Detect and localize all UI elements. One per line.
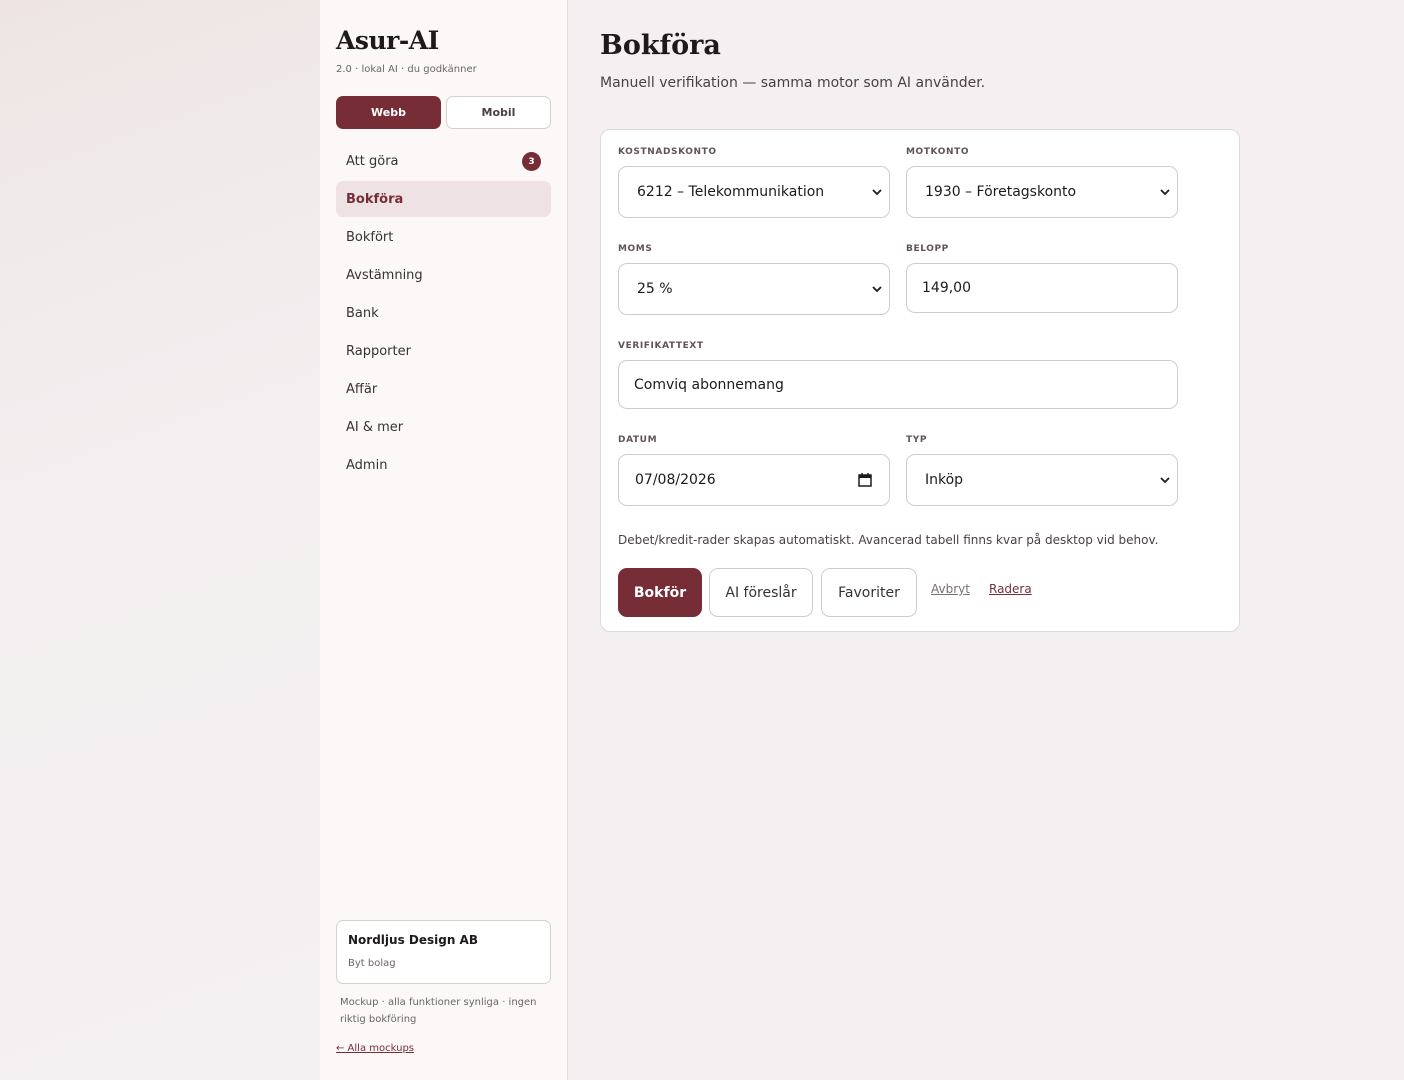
vat-value: 25 % xyxy=(637,281,673,297)
sidebar-item-label: Bokfört xyxy=(346,229,394,245)
counter-account-select[interactable]: 1930 – Företagskonto xyxy=(906,166,1178,218)
type-select[interactable]: Inköp xyxy=(906,454,1178,506)
page-title: Bokföra xyxy=(600,30,721,61)
cost-account-label: KOSTNADSKONTO xyxy=(618,147,717,157)
sidebar-item-label: Rapporter xyxy=(346,343,411,359)
ai-suggest-button[interactable]: AI föreslår xyxy=(709,568,813,617)
delete-link[interactable]: Radera xyxy=(989,582,1032,596)
voucher-form-card: KOSTNADSKONTO 6212 – Telekommunikation M… xyxy=(600,129,1240,632)
submit-button[interactable]: Bokför xyxy=(618,568,702,617)
page-subtitle: Manuell verifikation — samma motor som A… xyxy=(600,75,986,91)
sidebar-item-label: Bokföra xyxy=(346,191,404,207)
chevron-down-icon xyxy=(1160,189,1170,196)
sidebar-item-label: Att göra xyxy=(346,153,399,169)
vat-select[interactable]: 25 % xyxy=(618,263,890,315)
date-input[interactable]: 07/08/2026 xyxy=(618,454,890,506)
app-subtitle: 2.0 · lokal AI · du godkänner xyxy=(336,64,477,75)
sidebar-item-admin[interactable]: Admin xyxy=(336,447,551,483)
cost-account-value: 6212 – Telekommunikation xyxy=(637,184,825,200)
sidebar-item-bank[interactable]: Bank xyxy=(336,295,551,331)
voucher-text-label: VERIFIKATTEXT xyxy=(618,341,704,351)
switch-company-label: Byt bolag xyxy=(348,958,396,969)
sidebar-item-att-gora[interactable]: Att göra 3 xyxy=(336,143,551,179)
cancel-link[interactable]: Avbryt xyxy=(931,582,970,596)
sidebar-item-affar[interactable]: Affär xyxy=(336,371,551,407)
sidebar-item-label: AI & mer xyxy=(346,419,404,435)
company-name: Nordljus Design AB xyxy=(348,933,478,947)
sidebar-item-bokfora[interactable]: Bokföra xyxy=(336,181,551,217)
chevron-down-icon xyxy=(872,286,882,293)
cost-account-select[interactable]: 6212 – Telekommunikation xyxy=(618,166,890,218)
sidebar: Asur-AI 2.0 · lokal AI · du godkänner We… xyxy=(320,0,568,1080)
background-gradient xyxy=(0,0,320,1080)
all-mockups-link[interactable]: ← Alla mockups xyxy=(336,1043,414,1054)
view-toggle-mobile-button[interactable]: Mobil xyxy=(446,96,551,129)
sidebar-nav: Att göra 3 Bokföra Bokfört Avstämning Ba… xyxy=(336,143,551,485)
calendar-icon[interactable] xyxy=(857,472,873,488)
sidebar-item-label: Avstämning xyxy=(346,267,423,283)
favorites-button[interactable]: Favoriter xyxy=(821,568,917,617)
app-title: Asur-AI xyxy=(336,26,439,55)
sidebar-item-label: Affär xyxy=(346,381,378,397)
mockup-note: Mockup · alla funktioner synliga · ingen… xyxy=(340,997,537,1025)
type-label: TYP xyxy=(906,435,928,445)
sidebar-item-label: Admin xyxy=(346,457,388,473)
view-toggle-web-button[interactable]: Webb xyxy=(336,96,441,129)
counter-account-value: 1930 – Företagskonto xyxy=(925,184,1077,200)
count-badge: 3 xyxy=(522,152,541,171)
date-value: 07/08/2026 xyxy=(635,472,716,488)
amount-label: BELOPP xyxy=(906,244,949,254)
sidebar-item-bokfort[interactable]: Bokfört xyxy=(336,219,551,255)
amount-input[interactable]: 149,00 xyxy=(906,263,1178,313)
vat-label: MOMS xyxy=(618,244,653,254)
voucher-text-input[interactable]: Comviq abonnemang xyxy=(618,360,1178,409)
sidebar-item-ai-mer[interactable]: AI & mer xyxy=(336,409,551,445)
counter-account-label: MOTKONTO xyxy=(906,147,970,157)
chevron-down-icon xyxy=(872,189,882,196)
sidebar-item-avstamning[interactable]: Avstämning xyxy=(336,257,551,293)
voucher-text-value: Comviq abonnemang xyxy=(634,376,784,393)
date-label: DATUM xyxy=(618,435,658,445)
chevron-down-icon xyxy=(1160,477,1170,484)
type-value: Inköp xyxy=(925,472,964,488)
amount-value: 149,00 xyxy=(922,280,971,296)
company-switcher[interactable]: Nordljus Design AB Byt bolag xyxy=(336,920,551,984)
sidebar-item-label: Bank xyxy=(346,305,379,321)
form-hint: Debet/kredit-rader skapas automatiskt. A… xyxy=(618,533,1159,547)
sidebar-item-rapporter[interactable]: Rapporter xyxy=(336,333,551,369)
